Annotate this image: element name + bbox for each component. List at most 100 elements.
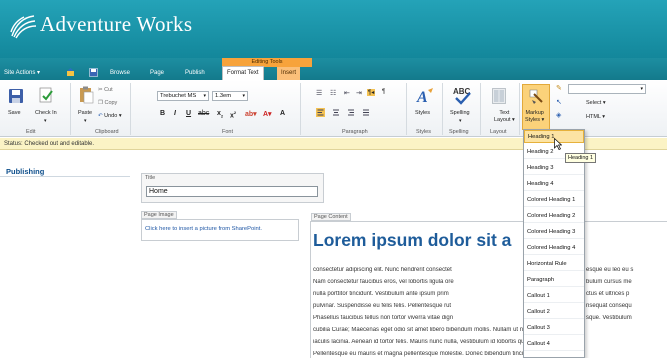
check-in-button[interactable]: Check In [35, 110, 57, 117]
title-input[interactable]: Home [146, 186, 318, 197]
align-buttons[interactable] [316, 108, 380, 117]
subscript-button[interactable]: x2 [217, 110, 223, 118]
mouse-cursor-icon [554, 138, 562, 150]
page-image-label: Page Image [141, 211, 177, 219]
increase-indent-icon[interactable]: ⇥ [356, 89, 362, 97]
select-button[interactable]: Select ▾ [586, 100, 606, 106]
dd-callout-4[interactable]: Callout 4 [524, 338, 584, 351]
underline-button[interactable]: U [186, 110, 191, 117]
site-title[interactable]: Adventure Works [40, 12, 192, 37]
body-line-right[interactable]: esque eu leo eu s [586, 267, 667, 273]
dd-callout-2[interactable]: Callout 2 [524, 306, 584, 319]
site-actions-menu[interactable]: Site Actions ▾ [4, 67, 40, 80]
html-button[interactable]: HTML ▾ [586, 114, 605, 120]
svg-text:A: A [416, 89, 428, 105]
styles-group-label: Styles [416, 129, 431, 135]
dd-colored-heading-4[interactable]: Colored Heading 4 [524, 242, 584, 255]
text-layout-button[interactable]: Text Layout ▾ [494, 110, 515, 123]
paste-dropdown-icon[interactable]: ▾ [84, 118, 87, 124]
check-in-dropdown-icon[interactable]: ▾ [44, 118, 47, 124]
html-label: HTML [586, 114, 601, 120]
cut-label: Cut [104, 87, 113, 93]
spelling-button[interactable]: Spelling [450, 110, 470, 117]
body-line-right[interactable]: nsequat consequ [586, 303, 667, 309]
undo-icon: ↶ [98, 113, 103, 119]
paintbrush-icon[interactable]: ✎ [556, 84, 562, 92]
tab-insert[interactable]: Insert [277, 67, 301, 80]
markup-styles-dropdown: Heading 1 Heading 2 Heading 3 Heading 4 … [523, 129, 585, 358]
tab-publish[interactable]: Publish [185, 67, 205, 80]
body-line[interactable]: Pellentesque eu mauris et magna pellente… [313, 351, 667, 357]
undo-button[interactable]: ↶ Undo ▾ [98, 113, 122, 119]
content-heading[interactable]: Lorem ipsum dolor sit a [313, 230, 511, 251]
font-family-select[interactable]: Trebuchet MS ▾ [157, 91, 209, 101]
font-size-select[interactable]: 1.3em ▾ [212, 91, 248, 101]
html-icon[interactable]: ◈ [556, 111, 561, 119]
styles-icon[interactable]: A [416, 87, 434, 105]
select-cursor-icon[interactable]: ↖ [556, 98, 562, 106]
dd-paragraph[interactable]: Paragraph [524, 274, 584, 287]
cut-button[interactable]: ✂ Cut [98, 87, 113, 93]
chevron-down-icon: ▾ [203, 93, 206, 99]
clear-format-icon[interactable]: A [280, 110, 285, 117]
styles-button[interactable]: Styles [415, 110, 430, 117]
rtl-icon[interactable]: ¶ [382, 89, 385, 95]
tab-page[interactable]: Page [150, 67, 164, 80]
chevron-down-icon: ▾ [640, 86, 643, 92]
save-icon[interactable] [8, 88, 24, 104]
ribbon-tab-bar [0, 58, 667, 80]
superscript-button[interactable]: x2 [230, 110, 236, 119]
body-line[interactable]: cubilia Curae; Maecenas eget odio sit am… [313, 327, 667, 333]
body-line-right[interactable]: ctus et ultrices p [586, 291, 667, 297]
check-in-icon[interactable] [38, 87, 54, 104]
tab-browse[interactable]: Browse [110, 67, 130, 80]
spelling-icon[interactable]: ABC [452, 86, 472, 105]
highlight-icon[interactable]: ab▾ [245, 110, 257, 118]
dd-colored-heading-3[interactable]: Colored Heading 3 [524, 226, 584, 239]
dd-colored-heading-2[interactable]: Colored Heading 2 [524, 210, 584, 223]
insert-picture-link[interactable]: Click here to insert a picture from Shar… [145, 226, 262, 232]
logo-icon[interactable] [8, 12, 38, 40]
markup-label-1: Markup [525, 110, 544, 116]
ltr-icon[interactable]: ¶◂ [367, 89, 376, 96]
spelling-group-label: Spelling [449, 129, 469, 135]
text-layout-icon[interactable] [492, 88, 506, 104]
dd-colored-heading-1[interactable]: Colored Heading 1 [524, 194, 584, 207]
paste-button[interactable]: Paste [78, 110, 92, 117]
dd-callout-3[interactable]: Callout 3 [524, 322, 584, 335]
tab-format-text[interactable]: Format Text [222, 66, 264, 80]
layout-group-label: Layout [490, 129, 507, 135]
language-select[interactable]: ▾ [568, 84, 646, 94]
dd-heading-3[interactable]: Heading 3 [524, 162, 584, 175]
edit-group-label: Edit [26, 129, 36, 135]
divider [442, 83, 443, 135]
divider [300, 83, 301, 135]
dd-heading-4[interactable]: Heading 4 [524, 178, 584, 191]
strikethrough-button[interactable]: abc [198, 110, 209, 117]
divider [130, 83, 131, 135]
dd-callout-1[interactable]: Callout 1 [524, 290, 584, 303]
markup-styles-label: Markup Styles ▾ [525, 110, 545, 123]
text-layout-label-1: Text [499, 110, 510, 116]
save-page-icon[interactable] [89, 68, 98, 77]
leftnav-publishing[interactable]: Publishing [6, 167, 44, 176]
spelling-dropdown-icon[interactable]: ▾ [459, 118, 462, 124]
body-line[interactable]: iaculis lacinia. Aenean id tortor felis.… [313, 339, 667, 345]
italic-button[interactable]: I [174, 110, 176, 117]
body-line-right[interactable]: sque. Vestibulum [586, 315, 667, 321]
decrease-indent-icon[interactable]: ⇤ [344, 89, 350, 97]
paste-icon[interactable] [79, 86, 94, 104]
select-label: Select [586, 100, 602, 106]
paragraph-group-label: Paragraph [342, 129, 368, 135]
divider [480, 83, 481, 135]
navigate-up-icon[interactable] [66, 68, 75, 77]
undo-label: Undo [104, 113, 118, 119]
numbered-list-icon[interactable]: ☷ [330, 89, 336, 97]
body-line-right[interactable]: bulum cursus me [586, 279, 667, 285]
save-button[interactable]: Save [8, 110, 21, 117]
font-color-icon[interactable]: A▾ [263, 110, 272, 118]
bold-button[interactable]: B [160, 110, 165, 117]
copy-button[interactable]: ❐ Copy [98, 100, 117, 106]
dd-horizontal-rule[interactable]: Horizontal Rule [524, 258, 584, 271]
bulleted-list-icon[interactable]: ☰ [316, 89, 322, 97]
